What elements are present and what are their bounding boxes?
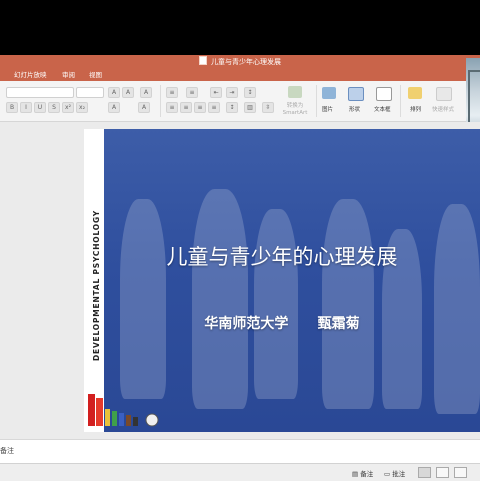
clear-format-button[interactable]: A [140,87,152,98]
status-notes-label: 备注 [360,470,374,478]
webcam-frame [468,70,480,124]
slide-subtitle: 华南师范大学 甄霜菊 [204,316,360,332]
text-align-vertical-button[interactable]: ⇳ [262,102,274,113]
status-bar: ▤ 备注 ▭ 批注 [0,463,480,481]
window-titlebar: 儿童与青少年心理发展 [0,55,480,69]
italic-button[interactable]: I [20,102,32,113]
status-comments-button[interactable]: ▭ 批注 [384,468,405,478]
status-comments-label: 批注 [392,470,406,478]
smartart-icon[interactable] [288,86,302,98]
picture-icon[interactable] [322,87,336,99]
menu-slideshow[interactable]: 幻灯片放映 [14,69,47,81]
quick-styles-icon[interactable] [436,87,452,101]
font-size-field[interactable] [76,87,104,98]
slide-background-photo [104,129,480,432]
arrange-icon[interactable] [408,87,422,99]
bullets-button[interactable]: ≡ [166,87,178,98]
font-color-button[interactable]: A [108,102,120,113]
line-spacing-button[interactable]: ↕ [226,102,238,113]
slide-sorter-button[interactable] [436,467,449,478]
slide-title: 儿童与青少年的心理发展 [166,245,398,269]
shape-icon[interactable] [348,87,364,101]
bold-button[interactable]: B [6,102,18,113]
photo-child-figure [254,209,298,399]
shape-label: 形状 [349,107,361,113]
indent-left-button[interactable]: ⇤ [210,87,222,98]
window-title: 儿童与青少年心理发展 [211,58,281,66]
ribbon-separator [400,85,401,117]
notes-label: 备注 [0,447,14,455]
align-center-button[interactable]: ≡ [180,102,192,113]
photo-child-figure [192,189,248,409]
superscript-button[interactable]: x² [62,102,74,113]
ribbon-separator [316,85,317,117]
subscript-button[interactable]: x₂ [76,102,88,113]
photo-child-figure [322,199,374,409]
quick-styles-label: 快速样式 [432,107,455,113]
slide[interactable]: DEVELOPMENTAL PSYCHOLOGY 儿童与青少年的心理发展 华南师… [84,129,480,432]
underline-button[interactable]: U [34,102,46,113]
ribbon-toolbar: A A A B I U S x² x₂ A A ≡ ≡ ⇤ ⇥ ↕ ≡ ≡ ≡ … [0,81,466,122]
textbox-label: 文本框 [374,107,391,113]
menu-review[interactable]: 审阅 [62,69,75,81]
picture-label: 图片 [322,107,334,113]
shrink-font-button[interactable]: A [122,87,134,98]
photo-child-figure [120,199,166,399]
boots-logo-icon [88,394,159,427]
convert-smartart-label: 转换为 SmartArt [282,103,308,116]
numbering-button[interactable]: ≡ [186,87,198,98]
text-direction-button[interactable]: ↕ [244,87,256,98]
align-left-button[interactable]: ≡ [166,102,178,113]
ribbon-separator [160,85,161,117]
justify-button[interactable]: ≡ [208,102,220,113]
reading-view-button[interactable] [454,467,467,478]
highlight-button[interactable]: A [138,102,150,113]
document-icon [199,56,207,65]
menu-view[interactable]: 视图 [89,69,102,81]
align-right-button[interactable]: ≡ [194,102,206,113]
menu-bar: 幻灯片放映 审阅 视图 [0,69,466,81]
grow-font-button[interactable]: A [108,87,120,98]
arrange-label: 排列 [410,107,422,113]
notes-pane[interactable]: 备注 [0,439,480,464]
normal-view-button[interactable] [418,467,431,478]
screen-top-bar [0,0,480,55]
columns-button[interactable]: ▥ [244,102,256,113]
photo-child-figure [434,204,480,414]
strike-button[interactable]: S [48,102,60,113]
font-name-field[interactable] [6,87,74,98]
textbox-icon[interactable] [376,87,392,101]
indent-right-button[interactable]: ⇥ [226,87,238,98]
status-notes-button[interactable]: ▤ 备注 [352,468,373,478]
